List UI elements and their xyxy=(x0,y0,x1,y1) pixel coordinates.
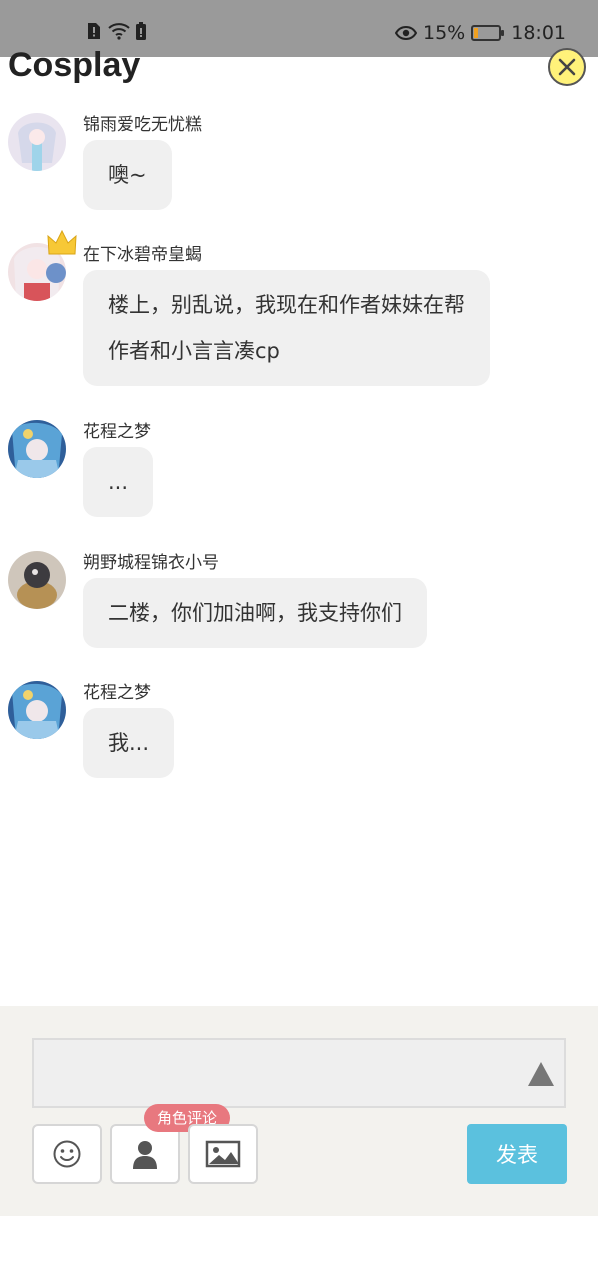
wifi-icon xyxy=(108,23,130,40)
comment-text-line: 楼上，别乱说，我现在和作者妹妹在帮 xyxy=(108,293,465,317)
battery-small-icon xyxy=(136,22,146,40)
alert-icon xyxy=(88,23,100,39)
close-button[interactable] xyxy=(548,48,586,86)
username[interactable]: 朔野城程锦衣小号 xyxy=(83,548,219,573)
comment-text-line: ... xyxy=(108,470,129,494)
username[interactable]: 锦雨爱吃无忧糕 xyxy=(83,110,202,135)
comment-bubble[interactable]: 楼上，别乱说，我现在和作者妹妹在帮 作者和小言言凑cp xyxy=(83,270,490,386)
eye-icon xyxy=(395,26,417,40)
comment-text-line: 作者和小言言凑cp xyxy=(108,339,280,363)
expand-arrow-icon[interactable] xyxy=(528,1062,554,1086)
emoji-icon xyxy=(53,1140,81,1168)
comment-composer: 角色评论 发表 xyxy=(0,1006,598,1216)
comment-text-line: 二楼，你们加油啊，我支持你们 xyxy=(108,601,402,625)
username[interactable]: 在下冰碧帝皇蝎 xyxy=(83,240,202,265)
clock: 18:01 xyxy=(511,22,566,44)
avatar[interactable] xyxy=(8,113,66,171)
avatar[interactable] xyxy=(8,420,66,478)
crown-icon xyxy=(47,229,77,255)
comment-bubble[interactable]: ... xyxy=(83,447,154,517)
battery-percent: 15% xyxy=(423,22,466,44)
role-comment-button[interactable] xyxy=(110,1124,180,1184)
battery-icon xyxy=(471,25,505,41)
image-icon xyxy=(205,1140,241,1168)
username[interactable]: 花程之梦 xyxy=(83,678,151,703)
avatar[interactable] xyxy=(8,681,66,739)
person-icon xyxy=(133,1141,157,1169)
page-title: Cosplay xyxy=(8,46,141,84)
username[interactable]: 花程之梦 xyxy=(83,417,151,442)
close-icon xyxy=(558,58,576,76)
comment-text-line: 噢~ xyxy=(108,163,147,187)
image-button[interactable] xyxy=(188,1124,258,1184)
emoji-button[interactable] xyxy=(32,1124,102,1184)
comment-bubble[interactable]: 二楼，你们加油啊，我支持你们 xyxy=(83,578,427,648)
avatar[interactable] xyxy=(8,551,66,609)
comment-input[interactable] xyxy=(32,1038,566,1108)
comment-text-line: 我... xyxy=(108,731,150,755)
comment-bubble[interactable]: 我... xyxy=(83,708,175,778)
submit-button[interactable]: 发表 xyxy=(467,1124,567,1184)
battery-level xyxy=(474,28,479,38)
comment-bubble[interactable]: 噢~ xyxy=(83,140,172,210)
